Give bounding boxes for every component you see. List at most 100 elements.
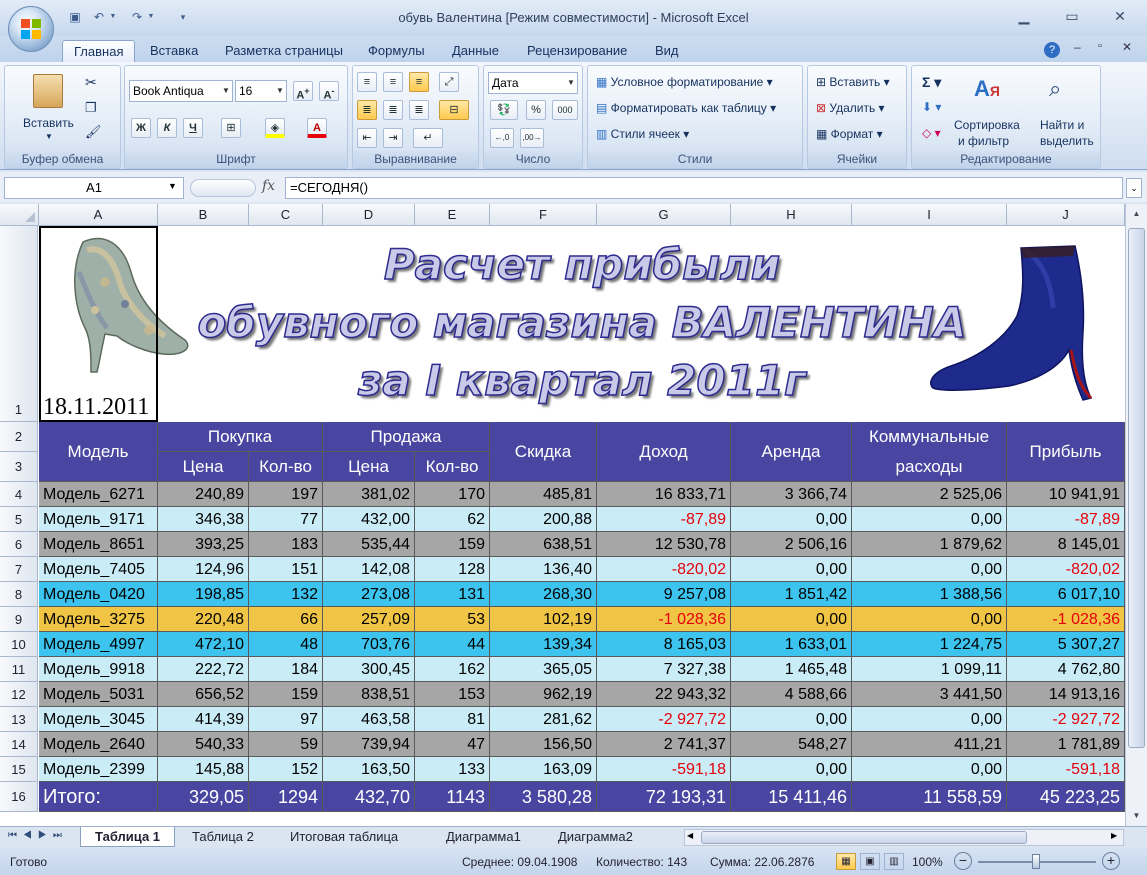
cell-J11[interactable]: 4 762,80	[1007, 657, 1125, 682]
total-A16[interactable]: Итого:	[39, 782, 158, 812]
row-header-16[interactable]: 16	[0, 782, 38, 812]
expand-formula-icon[interactable]: ⌄	[1126, 178, 1142, 198]
customize-qat-icon[interactable]: ▾	[176, 9, 190, 25]
cell-D15[interactable]: 163,50	[323, 757, 415, 782]
select-all-corner[interactable]	[0, 204, 39, 226]
redo-icon[interactable]: ↷	[128, 9, 146, 25]
header-discount[interactable]: Скидка	[490, 422, 597, 482]
shrink-font-icon[interactable]: A-	[319, 81, 339, 102]
header-rent[interactable]: Аренда	[731, 422, 852, 482]
clear-icon[interactable]: ◇ ▾	[922, 126, 941, 140]
bold-button[interactable]: Ж	[131, 118, 151, 138]
cell-B5[interactable]: 346,38	[158, 507, 249, 532]
cell-B6[interactable]: 393,25	[158, 532, 249, 557]
wrap-text-icon[interactable]: ↵	[413, 128, 443, 148]
cell-C12[interactable]: 159	[249, 682, 323, 707]
cell-E10[interactable]: 44	[415, 632, 490, 657]
grow-font-icon[interactable]: A+	[293, 81, 313, 102]
column-header-H[interactable]: H	[731, 204, 852, 226]
cell-I14[interactable]: 411,21	[852, 732, 1007, 757]
cell-C11[interactable]: 184	[249, 657, 323, 682]
cell-C7[interactable]: 151	[249, 557, 323, 582]
copy-icon[interactable]: ❐	[85, 100, 97, 116]
cell-A13[interactable]: Модель_3045	[39, 707, 158, 732]
align-top-icon[interactable]: ≡	[357, 72, 377, 92]
cell-F5[interactable]: 200,88	[490, 507, 597, 532]
header-sale-qty[interactable]: Кол-во	[415, 452, 490, 482]
cell-B7[interactable]: 124,96	[158, 557, 249, 582]
paste-icon[interactable]	[33, 74, 63, 108]
cell-J10[interactable]: 5 307,27	[1007, 632, 1125, 657]
font-size-combo[interactable]: 16 ▼	[235, 80, 287, 102]
cell-C5[interactable]: 77	[249, 507, 323, 532]
cell-J9[interactable]: -1 028,36	[1007, 607, 1125, 632]
total-J16[interactable]: 45 223,25	[1007, 782, 1125, 812]
row-header-12[interactable]: 12	[0, 682, 38, 707]
cell-E4[interactable]: 170	[415, 482, 490, 507]
workbook-restore-icon[interactable]: ▫	[1098, 40, 1102, 52]
workbook-close-icon[interactable]: ✕	[1122, 40, 1132, 54]
sheet-tab-3[interactable]: Итоговая таблица	[276, 827, 412, 847]
page-layout-view-icon[interactable]: ▣	[860, 853, 880, 870]
cell-D6[interactable]: 535,44	[323, 532, 415, 557]
cell-C9[interactable]: 66	[249, 607, 323, 632]
zoom-level[interactable]: 100%	[912, 855, 943, 869]
cut-icon[interactable]: ✂	[85, 74, 97, 91]
tab-review[interactable]: Рецензирование	[516, 40, 638, 62]
align-center-icon[interactable]: ≣	[383, 100, 403, 120]
cell-F15[interactable]: 163,09	[490, 757, 597, 782]
cell-D9[interactable]: 257,09	[323, 607, 415, 632]
cell-B10[interactable]: 472,10	[158, 632, 249, 657]
formula-bar-expander[interactable]	[190, 179, 256, 197]
cell-E7[interactable]: 128	[415, 557, 490, 582]
page-break-view-icon[interactable]: ▥	[884, 853, 904, 870]
cell-A9[interactable]: Модель_3275	[39, 607, 158, 632]
cell-G12[interactable]: 22 943,32	[597, 682, 731, 707]
cell-E12[interactable]: 153	[415, 682, 490, 707]
sort-filter-label-2[interactable]: и фильтр	[958, 134, 1009, 148]
total-D16[interactable]: 432,70	[323, 782, 415, 812]
cell-J12[interactable]: 14 913,16	[1007, 682, 1125, 707]
vertical-scroll-thumb[interactable]	[1128, 228, 1145, 748]
percent-icon[interactable]: %	[526, 100, 546, 120]
name-box[interactable]: A1	[4, 177, 184, 199]
align-left-icon[interactable]: ≣	[357, 100, 377, 120]
scroll-right-icon[interactable]: ▶	[1111, 831, 1117, 840]
cell-C8[interactable]: 132	[249, 582, 323, 607]
cell-B9[interactable]: 220,48	[158, 607, 249, 632]
font-color-icon[interactable]: A	[307, 118, 327, 138]
cell-E5[interactable]: 62	[415, 507, 490, 532]
total-H16[interactable]: 15 411,46	[731, 782, 852, 812]
row-header-1[interactable]: 1	[0, 226, 38, 422]
header-income[interactable]: Доход	[597, 422, 731, 482]
cell-I9[interactable]: 0,00	[852, 607, 1007, 632]
row-header-13[interactable]: 13	[0, 707, 38, 732]
cell-I13[interactable]: 0,00	[852, 707, 1007, 732]
cell-A6[interactable]: Модель_8651	[39, 532, 158, 557]
cell-C13[interactable]: 97	[249, 707, 323, 732]
cell-C14[interactable]: 59	[249, 732, 323, 757]
normal-view-icon[interactable]: ▦	[836, 853, 856, 870]
fill-color-icon[interactable]: ◈	[265, 118, 285, 138]
help-icon[interactable]: ?	[1044, 42, 1060, 58]
sheet-tab-2[interactable]: Таблица 2	[178, 827, 268, 847]
cell-D5[interactable]: 432,00	[323, 507, 415, 532]
cell-A12[interactable]: Модель_5031	[39, 682, 158, 707]
cell-F7[interactable]: 136,40	[490, 557, 597, 582]
cell-H5[interactable]: 0,00	[731, 507, 852, 532]
cell-G4[interactable]: 16 833,71	[597, 482, 731, 507]
align-middle-icon[interactable]: ≡	[383, 72, 403, 92]
cell-D8[interactable]: 273,08	[323, 582, 415, 607]
total-G16[interactable]: 72 193,31	[597, 782, 731, 812]
cell-I15[interactable]: 0,00	[852, 757, 1007, 782]
cell-E8[interactable]: 131	[415, 582, 490, 607]
redo-dropdown-icon[interactable]: ▼	[146, 9, 156, 25]
tab-insert[interactable]: Вставка	[139, 40, 209, 62]
cell-I10[interactable]: 1 224,75	[852, 632, 1007, 657]
cell-A4[interactable]: Модель_6271	[39, 482, 158, 507]
font-size-dropdown-icon[interactable]: ▼	[274, 81, 286, 101]
horizontal-scroll-thumb[interactable]	[701, 831, 1027, 844]
cell-D11[interactable]: 300,45	[323, 657, 415, 682]
underline-button[interactable]: Ч	[183, 118, 203, 138]
cell-J15[interactable]: -591,18	[1007, 757, 1125, 782]
